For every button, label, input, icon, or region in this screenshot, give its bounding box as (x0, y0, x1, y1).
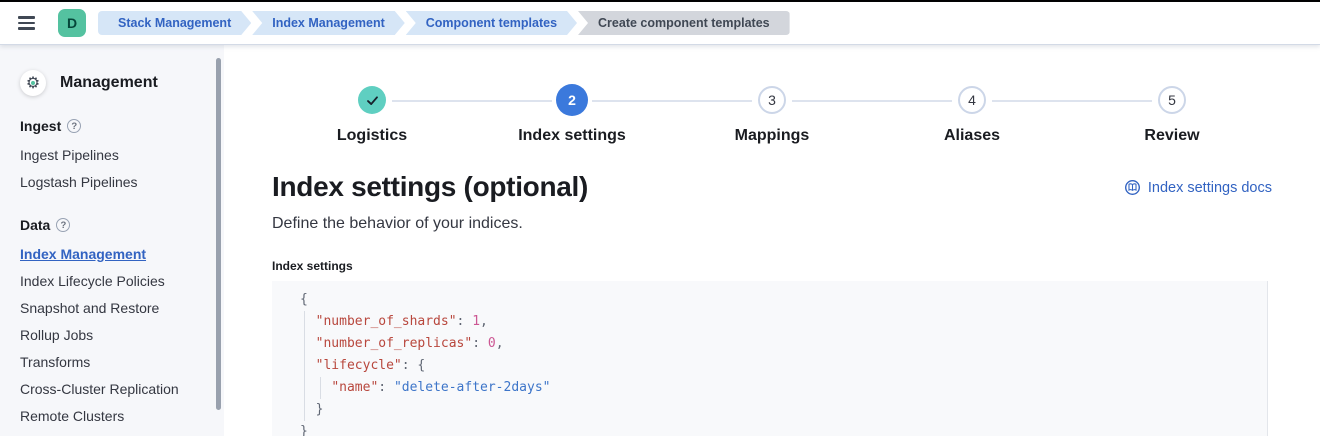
title-row: Index settings (optional) Index settings… (272, 171, 1272, 203)
breadcrumb-stack-management[interactable]: Stack Management (98, 11, 251, 35)
sidebar-item-index-lifecycle-policies[interactable]: Index Lifecycle Policies (20, 267, 210, 294)
index-settings-editor[interactable]: { "number_of_shards": 1, "number_of_repl… (272, 281, 1268, 436)
sidebar-item-migrate[interactable]: Migrate (20, 429, 210, 436)
main-panel: Logistics 2 Index settings 3 Mappings 4 Aliase… (224, 44, 1320, 436)
sidebar-header: ⚙ Management (20, 70, 210, 96)
help-question-icon[interactable]: ? (67, 119, 82, 133)
sidebar-item-rollup-jobs[interactable]: Rollup Jobs (20, 321, 210, 348)
sidebar-section-ingest: Ingest? Ingest Pipelines Logstash Pipeline… (18, 118, 210, 195)
sidebar-section-data: Data? Index Management Index Lifecycle Pol… (18, 217, 210, 436)
step-circle[interactable]: 5 (1158, 86, 1186, 114)
editor-label: Index settings (272, 259, 353, 273)
step-complete-circle[interactable] (358, 86, 386, 114)
sidebar-item-ingest-pipelines[interactable]: Ingest Pipelines (20, 141, 210, 168)
sidebar-sections: Ingest? Ingest Pipelines Logstash Pipeline… (18, 118, 210, 436)
wizard-step-review[interactable]: 5 Review (1072, 86, 1272, 145)
step-label: Mappings (734, 127, 810, 144)
sidebar-title: Management (60, 74, 158, 91)
code-line: "number_of_shards": 1, (315, 314, 488, 329)
page-title: Index settings (optional) (272, 171, 589, 202)
wizard-step-mappings[interactable]: 3 Mappings (672, 86, 872, 145)
page-subtitle: Define the behavior of your indices. (272, 215, 523, 232)
step-label: Review (1144, 127, 1200, 144)
code-line: } (315, 402, 324, 417)
sidebar-item-transforms[interactable]: Transforms (20, 348, 210, 375)
help-question-icon[interactable]: ? (56, 218, 71, 232)
sidebar-item-cross-cluster-replication[interactable]: Cross-Cluster Replication (20, 375, 210, 402)
sidebar-heading-ingest: Ingest? (20, 118, 210, 134)
step-circle[interactable]: 4 (958, 86, 986, 114)
indent-guide (320, 377, 321, 399)
step-label: Index settings (518, 127, 626, 144)
management-sidebar: ⚙ Management Ingest? Ingest Pipelines Logs… (0, 44, 224, 436)
sidebar-heading-label: Ingest (20, 118, 62, 134)
sidebar-item-remote-clusters[interactable]: Remote Clusters (20, 402, 210, 429)
step-circle[interactable]: 3 (758, 86, 786, 114)
sidebar-heading-data: Data? (20, 217, 210, 233)
sidebar-scrollbar[interactable] (216, 58, 221, 410)
breadcrumbs: Stack Management Index Management Componen… (98, 11, 791, 35)
step-content: Index settings (optional) Index settings… (224, 171, 1320, 436)
code-line: } (300, 424, 308, 436)
space-avatar[interactable]: D (58, 9, 86, 37)
documentation-icon (1124, 180, 1140, 195)
breadcrumb-component-templates[interactable]: Component templates (406, 11, 577, 35)
wizard-step-index-settings[interactable]: 2 Index settings (472, 84, 672, 145)
step-label: Aliases (943, 127, 1001, 144)
step-label: Logistics (336, 127, 408, 144)
code-line: { (300, 292, 308, 307)
docs-link-label: Index settings docs (1147, 179, 1272, 196)
sidebar-item-logstash-pipelines[interactable]: Logstash Pipelines (20, 168, 210, 195)
code-line: "lifecycle": { (315, 358, 426, 373)
indent-guide (304, 311, 305, 421)
docs-link[interactable]: Index settings docs (1124, 179, 1272, 196)
wizard-stepper: Logistics 2 Index settings 3 Mappings 4 Aliase… (272, 84, 1272, 145)
step-circle[interactable]: 2 (556, 84, 588, 116)
code-line: "number_of_replicas": 0, (315, 336, 504, 351)
wizard-step-aliases[interactable]: 4 Aliases (872, 86, 1072, 145)
code-line: "name": "delete-after-2days" (331, 380, 551, 395)
menu-hamburger-icon[interactable] (12, 4, 50, 42)
sidebar-heading-label: Data (20, 217, 51, 233)
app-header: D Stack Management Index Management Compon… (0, 2, 1320, 45)
sidebar-item-index-management[interactable]: Index Management (20, 240, 210, 267)
breadcrumb-create-component-templates: Create component templates (578, 11, 790, 35)
breadcrumb-index-management[interactable]: Index Management (252, 11, 405, 35)
sidebar-item-snapshot-and-restore[interactable]: Snapshot and Restore (20, 294, 210, 321)
gear-icon: ⚙ (20, 70, 46, 96)
check-icon (366, 95, 378, 105)
wizard-step-logistics[interactable]: Logistics (272, 86, 472, 145)
